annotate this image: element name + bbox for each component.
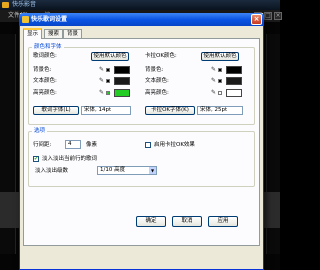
- color-font-group-title: 颜色和字体: [32, 44, 64, 51]
- maximize-button[interactable]: □: [264, 12, 272, 20]
- dialog-title-bar[interactable]: 快乐歌词设置 ×: [19, 13, 264, 26]
- fade-speed-select[interactable]: 1/10 高度 ▼: [97, 166, 157, 175]
- app-title: 快乐影音: [12, 1, 37, 8]
- eyedropper-icon[interactable]: ✎: [211, 66, 217, 73]
- fade-checkbox[interactable]: ✔: [33, 156, 39, 162]
- lyric-default-color-button[interactable]: 使用默认颜色: [91, 52, 129, 61]
- cancel-button[interactable]: 取消: [172, 216, 202, 227]
- eyedropper-icon[interactable]: ✎: [211, 77, 217, 84]
- karaoke-default-color-button[interactable]: 使用默认颜色: [201, 52, 239, 61]
- app-close-button[interactable]: ×: [274, 12, 282, 20]
- karaoke-highlight-label: 高亮颜色:: [145, 90, 169, 96]
- lyric-color-title: 歌词颜色:: [33, 53, 57, 59]
- lyric-bg-swatch[interactable]: [114, 66, 130, 74]
- line-spacing-unit: 像素: [86, 142, 98, 148]
- karaoke-font-button[interactable]: 卡拉OK字体(K): [145, 106, 195, 115]
- eyedropper-icon[interactable]: ✎: [99, 77, 105, 84]
- karaoke-highlight-swatch[interactable]: [226, 89, 242, 97]
- karaoke-font-field: 宋体, 25pt: [197, 106, 243, 115]
- tab-search[interactable]: 搜索: [44, 29, 64, 38]
- lyric-text-label: 文本颜色:: [33, 78, 57, 84]
- eyedropper-icon[interactable]: ✎: [99, 66, 105, 73]
- mini-swatch: [218, 68, 222, 72]
- fade-speed-label: 淡入淡出级数: [35, 168, 69, 174]
- dialog-icon: [22, 16, 29, 23]
- chevron-down-icon[interactable]: ▼: [149, 167, 156, 174]
- mini-swatch: [106, 91, 110, 95]
- apply-button[interactable]: 应用: [208, 216, 238, 227]
- lyric-highlight-label: 高亮颜色:: [33, 90, 57, 96]
- eyedropper-icon[interactable]: ✎: [211, 89, 217, 96]
- options-group: 选项 行间距: 4 像素 启用卡拉OK效果 ✔ 淡入淡出当前行的歌词 淡入淡出级…: [28, 128, 255, 187]
- karaoke-color-title: 卡拉OK颜色:: [145, 53, 177, 59]
- line-spacing-input[interactable]: 4: [65, 140, 81, 149]
- dialog-title: 快乐歌词设置: [31, 16, 68, 23]
- lyric-font-field: 宋体, 14pt: [81, 106, 131, 115]
- ok-button[interactable]: 确定: [136, 216, 166, 227]
- fade-speed-value: 1/10 高度: [100, 167, 126, 173]
- mini-swatch: [218, 79, 222, 83]
- app-logo-icon: [2, 2, 9, 8]
- eyedropper-icon[interactable]: ✎: [99, 89, 105, 96]
- options-group-title: 选项: [32, 128, 48, 135]
- lyrics-settings-dialog: 快乐歌词设置 × 显示 搜索 背景 颜色和字体 歌词颜色: 使用默认颜色 背景色…: [19, 13, 264, 270]
- line-spacing-label: 行间距:: [33, 142, 52, 148]
- app-title-bar: 快乐影音: [0, 0, 280, 10]
- karaoke-text-label: 文本颜色:: [145, 78, 169, 84]
- tab-background[interactable]: 背景: [63, 29, 83, 38]
- tab-panel: 颜色和字体 歌词颜色: 使用默认颜色 背景色: ✎ 文本颜色: ✎ 高亮颜色: …: [23, 38, 260, 246]
- dialog-close-button[interactable]: ×: [251, 14, 262, 25]
- karaoke-effect-label: 启用卡拉OK效果: [154, 142, 195, 148]
- karaoke-bg-swatch[interactable]: [226, 66, 242, 74]
- color-font-group: 颜色和字体 歌词颜色: 使用默认颜色 背景色: ✎ 文本颜色: ✎ 高亮颜色: …: [28, 44, 255, 125]
- tab-display[interactable]: 显示: [23, 28, 43, 39]
- mini-swatch: [218, 91, 222, 95]
- lyric-bg-label: 背景色:: [33, 67, 52, 73]
- karaoke-text-swatch[interactable]: [226, 77, 242, 85]
- fade-label: 淡入淡出当前行的歌词: [42, 156, 98, 162]
- lyric-font-button[interactable]: 歌词字体(L): [33, 106, 79, 115]
- karaoke-effect-checkbox[interactable]: [145, 142, 151, 148]
- lyric-text-swatch[interactable]: [114, 77, 130, 85]
- karaoke-bg-label: 背景色:: [145, 67, 164, 73]
- lyric-highlight-swatch[interactable]: [114, 89, 130, 97]
- mini-swatch: [106, 68, 110, 72]
- mini-swatch: [106, 79, 110, 83]
